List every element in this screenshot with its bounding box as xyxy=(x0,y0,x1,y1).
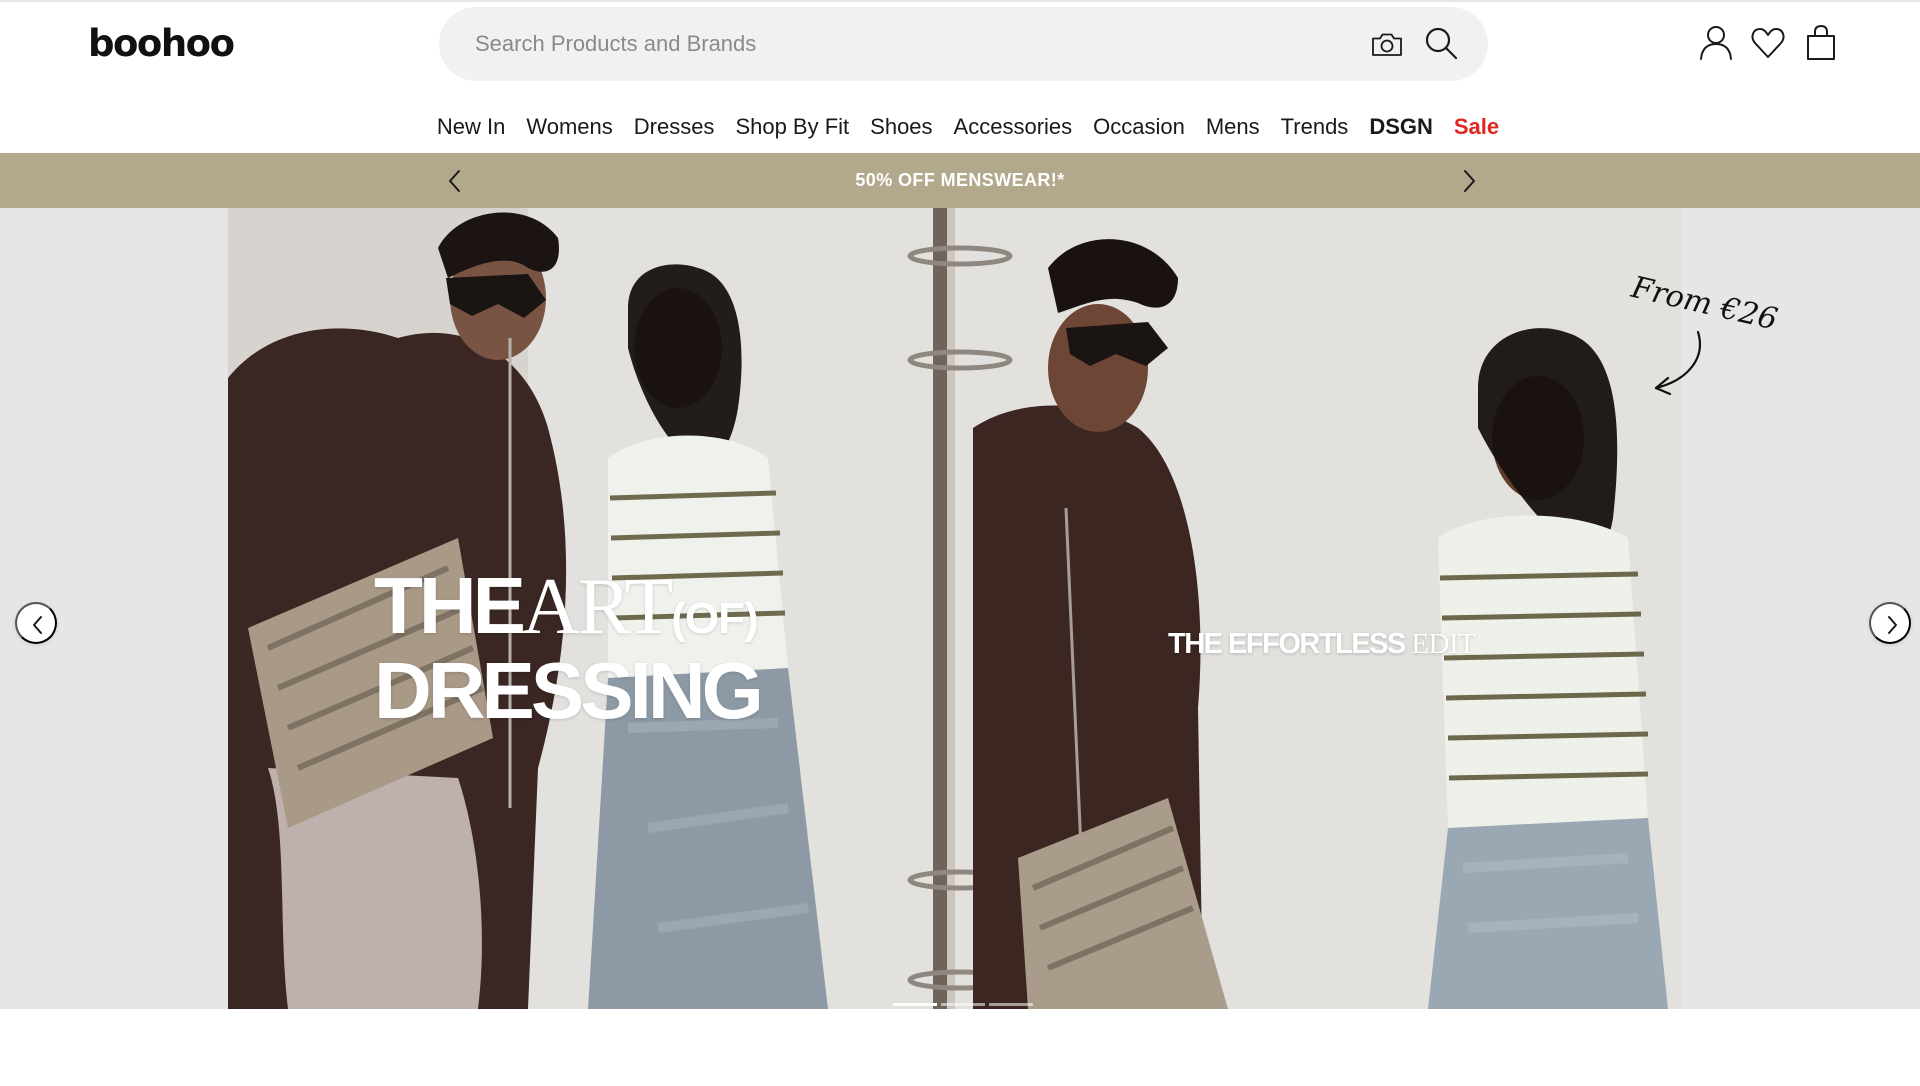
carousel-dot[interactable] xyxy=(893,1003,937,1006)
curved-arrow-icon xyxy=(1648,328,1708,398)
nav-item-accessories[interactable]: Accessories xyxy=(954,108,1073,146)
wishlist-heart-icon[interactable] xyxy=(1750,24,1786,62)
account-icon[interactable] xyxy=(1698,24,1734,62)
search-bar[interactable] xyxy=(439,7,1488,81)
subline-bold: THE EFFORTLESS xyxy=(1168,628,1412,660)
site-header: boohoo xyxy=(0,2,1920,86)
chevron-right-icon[interactable] xyxy=(1457,168,1481,194)
subline-serif: EDIT xyxy=(1411,628,1476,660)
search-icon[interactable] xyxy=(1423,25,1459,61)
nav-item-shop-by-fit[interactable]: Shop By Fit xyxy=(735,108,849,146)
chevron-left-icon xyxy=(33,616,42,634)
promo-text[interactable]: 50% OFF MENSWEAR!* xyxy=(0,153,1920,208)
headline-art: ART xyxy=(522,563,673,651)
hero-next-button[interactable] xyxy=(1869,602,1911,644)
carousel-indicators xyxy=(893,1003,1033,1007)
hero-carousel: THEART(OF) DRESSING THE EFFORTLESS EDIT … xyxy=(0,208,1920,1009)
headline-of: (OF) xyxy=(671,594,758,643)
chevron-right-icon xyxy=(1888,616,1897,634)
nav-item-sale[interactable]: Sale xyxy=(1454,108,1499,146)
logo[interactable]: boohoo xyxy=(88,22,235,66)
nav-item-womens[interactable]: Womens xyxy=(526,108,612,146)
shopping-bag-icon[interactable] xyxy=(1803,24,1839,62)
promo-banner: 50% OFF MENSWEAR!* xyxy=(0,153,1920,208)
carousel-dot[interactable] xyxy=(989,1003,1033,1006)
nav-item-shoes[interactable]: Shoes xyxy=(870,108,932,146)
hero-subline: THE EFFORTLESS EDIT xyxy=(1168,628,1476,661)
headline-dressing: DRESSING xyxy=(374,646,764,735)
hero-prev-button[interactable] xyxy=(15,602,57,644)
headline-the: THE xyxy=(374,561,526,650)
search-input[interactable] xyxy=(475,7,1335,81)
carousel-dot[interactable] xyxy=(941,1003,985,1006)
hero-headline: THEART(OF) DRESSING xyxy=(374,566,764,735)
nav-item-trends[interactable]: Trends xyxy=(1281,108,1349,146)
camera-icon[interactable] xyxy=(1370,28,1404,60)
nav-item-mens[interactable]: Mens xyxy=(1206,108,1260,146)
nav-item-dsgn[interactable]: DSGN xyxy=(1369,108,1433,146)
nav-item-dresses[interactable]: Dresses xyxy=(634,108,715,146)
main-nav: New In Womens Dresses Shop By Fit Shoes … xyxy=(0,108,1920,146)
nav-item-new-in[interactable]: New In xyxy=(437,108,505,146)
nav-item-occasion[interactable]: Occasion xyxy=(1093,108,1185,146)
